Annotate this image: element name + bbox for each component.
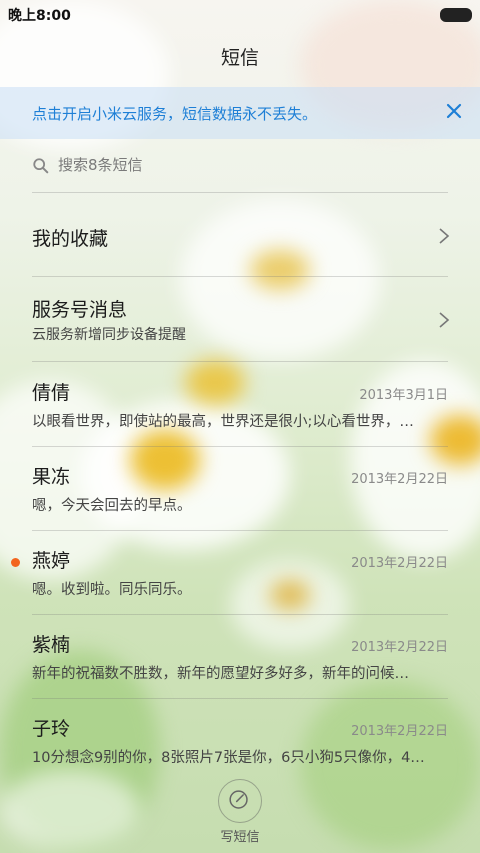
conversation-item[interactable]: 倩倩 2013年3月1日 以眼看世界，即使站的最高，世界还是很小;以心看世界，… (0, 364, 480, 448)
contact-name: 倩倩 (32, 382, 71, 404)
message-date: 2013年3月1日 (359, 388, 448, 403)
conversation-item[interactable]: 燕婷 2013年2月22日 嗯。收到啦。同乐同乐。 (0, 532, 480, 616)
folder-subtitle: 云服务新增同步设备提醒 (32, 327, 186, 343)
close-icon[interactable] (442, 99, 466, 123)
banner-text[interactable]: 点击开启小米云服务，短信数据永不丢失。 (32, 103, 317, 124)
compose-button[interactable] (218, 779, 262, 823)
compose-icon (229, 790, 248, 809)
contact-name: 子玲 (32, 718, 71, 740)
status-bar: 晚上8:00 (0, 0, 480, 28)
cloud-service-banner[interactable]: 点击开启小米云服务，短信数据永不丢失。 (0, 87, 480, 139)
folder-title: 服务号消息 (32, 299, 128, 321)
message-snippet: 新年的祝福数不胜数，新年的愿望好多好多，新年的问候… (32, 666, 409, 682)
contact-name: 果冻 (32, 466, 71, 488)
message-snippet: 以眼看世界，即使站的最高，世界还是很小;以心看世界，… (32, 414, 414, 430)
conversation-item[interactable]: 子玲 2013年2月22日 10分想念9别的你，8张照片7张是你，6只小狗5只像… (0, 700, 480, 784)
unread-indicator (11, 558, 20, 567)
divider (32, 361, 448, 362)
message-snippet: 10分想念9别的你，8张照片7张是你，6只小狗5只像你，4… (32, 750, 425, 766)
contact-name: 燕婷 (32, 550, 71, 572)
conversation-item[interactable]: 果冻 2013年2月22日 嗯，今天会回去的早点。 (0, 448, 480, 532)
divider (32, 530, 448, 531)
folder-service-messages[interactable]: 服务号消息 云服务新增同步设备提醒 (0, 277, 480, 361)
divider (32, 446, 448, 447)
page-title: 短信 (220, 47, 259, 69)
status-time: 晚上8:00 (8, 8, 71, 24)
search-icon (33, 158, 49, 174)
folder-title: 我的收藏 (32, 228, 109, 250)
chevron-right-icon (439, 312, 450, 328)
message-date: 2013年2月22日 (351, 724, 448, 739)
search-bar[interactable] (0, 144, 480, 190)
divider (32, 698, 448, 699)
divider (32, 614, 448, 615)
message-date: 2013年2月22日 (351, 472, 448, 487)
message-snippet: 嗯。收到啦。同乐同乐。 (32, 582, 192, 598)
message-snippet: 嗯，今天会回去的早点。 (32, 498, 192, 514)
chevron-right-icon (439, 228, 450, 244)
search-input[interactable] (58, 156, 438, 174)
message-date: 2013年2月22日 (351, 640, 448, 655)
folder-favorites[interactable]: 我的收藏 (0, 192, 480, 278)
message-date: 2013年2月22日 (351, 556, 448, 571)
compose-label[interactable]: 写短信 (0, 826, 480, 845)
title-bar: 短信 (0, 40, 480, 76)
contact-name: 紫楠 (32, 634, 71, 656)
battery-icon (440, 8, 472, 22)
conversation-item[interactable]: 紫楠 2013年2月22日 新年的祝福数不胜数，新年的愿望好多好多，新年的问候… (0, 616, 480, 700)
